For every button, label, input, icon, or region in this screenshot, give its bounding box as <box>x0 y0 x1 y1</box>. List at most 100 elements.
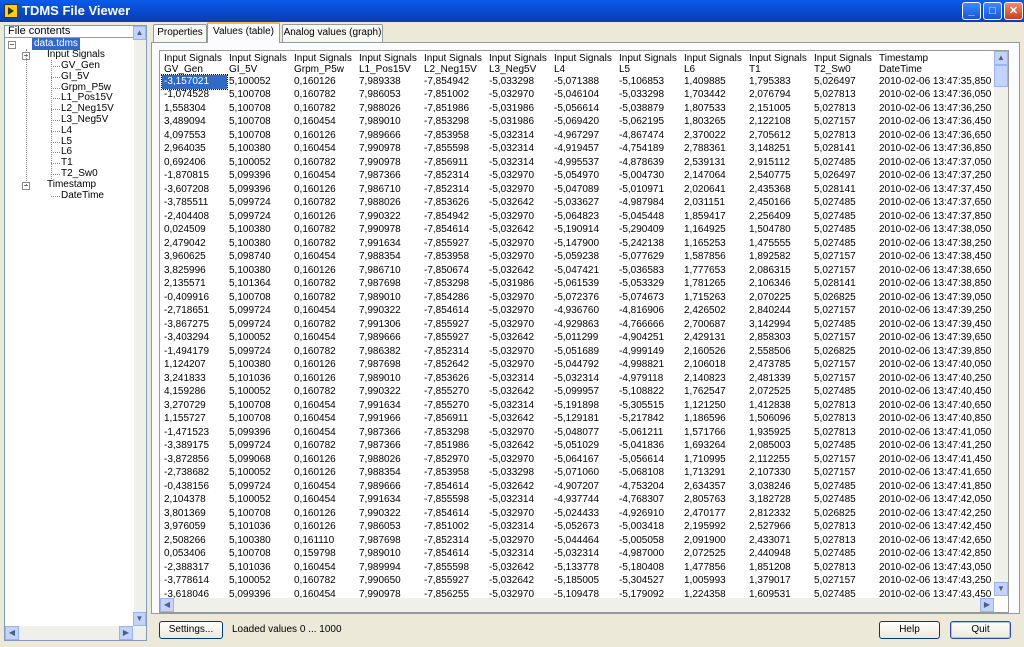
table-cell[interactable]: 2,964035 <box>162 143 227 157</box>
table-cell[interactable]: -5,061211 <box>617 426 682 440</box>
table-cell[interactable]: -4,816906 <box>617 305 682 319</box>
tab-values-table[interactable]: Values (table) <box>207 22 280 43</box>
table-cell[interactable]: 3,960625 <box>162 251 227 265</box>
table-cell[interactable]: -5,032642 <box>487 561 552 575</box>
table-cell[interactable]: 2,539131 <box>682 156 747 170</box>
table-cell[interactable]: -4,766666 <box>617 318 682 332</box>
table-cell[interactable]: 5,027813 <box>812 399 877 413</box>
table-row[interactable]: 2,104378 5,100052 0,160454 7,991634 -7,85559… <box>162 494 999 508</box>
table-cell[interactable]: -5,032970 <box>487 318 552 332</box>
table-cell[interactable]: 2010-02-06 13:47:42,650 <box>877 534 999 548</box>
table-cell[interactable]: 2010-02-06 13:47:39,450 <box>877 318 999 332</box>
table-cell[interactable]: 3,976059 <box>162 521 227 535</box>
table-row[interactable]: 4,097553 5,100708 0,160126 7,989666 -7,85395… <box>162 129 999 143</box>
table-cell[interactable]: 2,840244 <box>747 305 812 319</box>
table-cell[interactable]: 0,160454 <box>292 305 357 319</box>
table-cell[interactable]: 1,412838 <box>747 399 812 413</box>
table-cell[interactable]: 1,506096 <box>747 413 812 427</box>
table-cell[interactable]: 0,160126 <box>292 507 357 521</box>
table-row[interactable]: 4,159286 5,100052 0,160782 7,990322 -7,85527… <box>162 386 999 400</box>
scroll-right-icon[interactable]: ▶ <box>980 598 994 612</box>
table-cell[interactable]: -7,855270 <box>422 399 487 413</box>
table-cell[interactable]: -7,854286 <box>422 291 487 305</box>
table-cell[interactable]: 5,098740 <box>227 251 292 265</box>
expander-icon[interactable]: − <box>8 41 16 49</box>
table-cell[interactable]: -5,011299 <box>552 332 617 346</box>
table-cell[interactable]: 5,100052 <box>227 494 292 508</box>
table-cell[interactable]: 2,086315 <box>747 264 812 278</box>
table-cell[interactable]: -5,032642 <box>487 332 552 346</box>
table-cell[interactable]: 7,991634 <box>357 494 422 508</box>
table-cell[interactable]: -5,031986 <box>487 116 552 130</box>
table-cell[interactable]: -7,853298 <box>422 116 487 130</box>
table-cell[interactable]: 5,027813 <box>812 534 877 548</box>
table-cell[interactable]: -7,854942 <box>422 210 487 224</box>
table-cell[interactable]: -7,854614 <box>422 548 487 562</box>
tree-vertical-scrollbar[interactable]: ▲ ▼ <box>133 26 146 640</box>
table-cell[interactable]: 5,100380 <box>227 359 292 373</box>
table-cell[interactable]: 2,072525 <box>682 548 747 562</box>
table-cell[interactable]: -0,409916 <box>162 291 227 305</box>
table-cell[interactable]: -5,032314 <box>552 372 617 386</box>
table-cell[interactable]: 0,160454 <box>292 426 357 440</box>
table-cell[interactable]: 5,026825 <box>812 291 877 305</box>
table-cell[interactable]: 2,076794 <box>747 89 812 103</box>
table-row[interactable]: -2,738682 5,100052 0,160126 7,988354 -7,8539… <box>162 467 999 481</box>
table-cell[interactable]: 2,540775 <box>747 170 812 184</box>
table-cell[interactable]: -7,852314 <box>422 170 487 184</box>
table-cell[interactable]: 7,988026 <box>357 197 422 211</box>
scroll-up-icon[interactable]: ▲ <box>133 26 146 40</box>
table-cell[interactable]: 7,988354 <box>357 251 422 265</box>
table-cell[interactable]: 2,435368 <box>747 183 812 197</box>
table-cell[interactable]: 7,989338 <box>357 75 422 89</box>
table-cell[interactable]: 0,161110 <box>292 534 357 548</box>
quit-button[interactable]: Quit <box>950 621 1011 639</box>
table-cell[interactable]: 7,990322 <box>357 386 422 400</box>
table-cell[interactable]: -5,032642 <box>487 440 552 454</box>
table-cell[interactable]: 0,160782 <box>292 386 357 400</box>
table-cell[interactable]: -5,032642 <box>487 575 552 589</box>
table-cell[interactable]: 7,987366 <box>357 170 422 184</box>
table-row[interactable]: 0,053406 5,100708 0,159798 7,989010 -7,85461… <box>162 548 999 562</box>
table-cell[interactable]: 5,099724 <box>227 305 292 319</box>
table-cell[interactable]: -5,032642 <box>487 386 552 400</box>
table-cell[interactable]: 3,801369 <box>162 507 227 521</box>
table-cell[interactable]: 2,426502 <box>682 305 747 319</box>
table-cell[interactable]: -5,032314 <box>487 129 552 143</box>
table-cell[interactable]: 7,988026 <box>357 453 422 467</box>
table-cell[interactable]: 5,099724 <box>227 440 292 454</box>
table-cell[interactable]: 5,100380 <box>227 534 292 548</box>
table-cell[interactable]: 2010-02-06 13:47:41,650 <box>877 467 999 481</box>
table-cell[interactable]: -5,031986 <box>487 278 552 292</box>
table-cell[interactable]: 5,027157 <box>812 305 877 319</box>
table-cell[interactable]: 1,155727 <box>162 413 227 427</box>
table-cell[interactable]: 7,991634 <box>357 399 422 413</box>
table-cell[interactable]: -7,853958 <box>422 251 487 265</box>
table-cell[interactable]: 2010-02-06 13:47:41,450 <box>877 453 999 467</box>
table-cell[interactable]: -5,033298 <box>487 75 552 89</box>
table-cell[interactable]: -5,180408 <box>617 561 682 575</box>
table-cell[interactable]: -7,854942 <box>422 75 487 89</box>
table-row[interactable]: -1,471523 5,099396 0,160454 7,987366 -7,8532… <box>162 426 999 440</box>
table-cell[interactable]: -5,032970 <box>487 453 552 467</box>
table-cell[interactable]: 7,990322 <box>357 305 422 319</box>
table-cell[interactable]: 1,859417 <box>682 210 747 224</box>
table-cell[interactable]: -7,852314 <box>422 345 487 359</box>
table-cell[interactable]: -1,494179 <box>162 345 227 359</box>
table-cell[interactable]: -5,032642 <box>487 224 552 238</box>
table-cell[interactable]: -5,072376 <box>552 291 617 305</box>
table-cell[interactable]: 2,812332 <box>747 507 812 521</box>
table-row[interactable]: -2,718651 5,099724 0,160454 7,990322 -7,8546… <box>162 305 999 319</box>
table-cell[interactable]: 2010-02-06 13:47:42,850 <box>877 548 999 562</box>
values-table[interactable]: Input Signals GV_Gen Input Signals GI_5V Inp… <box>159 50 1009 613</box>
table-cell[interactable]: -5,032970 <box>487 345 552 359</box>
table-cell[interactable]: 2,140823 <box>682 372 747 386</box>
table-row[interactable]: -1,074528 5,100708 0,160782 7,986053 -7,8510… <box>162 89 999 103</box>
table-cell[interactable]: -7,856911 <box>422 413 487 427</box>
table-cell[interactable]: 1,892582 <box>747 251 812 265</box>
table-cell[interactable]: -5,147900 <box>552 237 617 251</box>
table-cell[interactable]: 2,440948 <box>747 548 812 562</box>
table-cell[interactable]: 0,160126 <box>292 521 357 535</box>
table-cell[interactable]: -1,471523 <box>162 426 227 440</box>
table-cell[interactable]: 1,587856 <box>682 251 747 265</box>
